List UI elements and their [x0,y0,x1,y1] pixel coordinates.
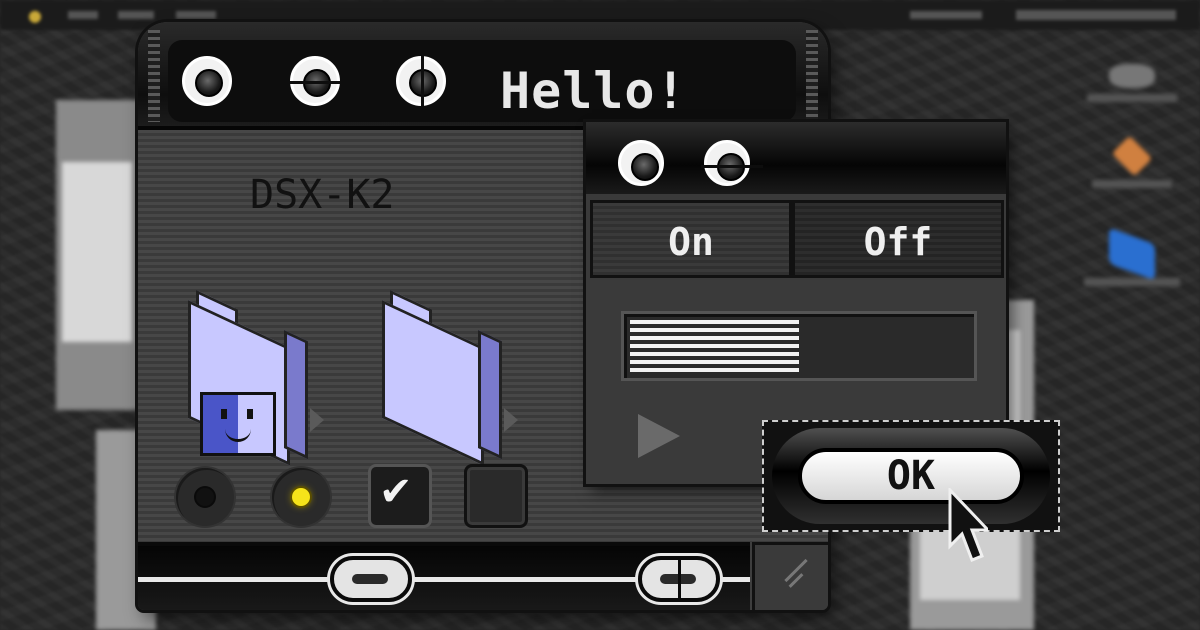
menu-item-blurred [176,11,216,19]
segment-off[interactable]: Off [792,200,1004,278]
title-bar-inner: Hello! [168,40,796,122]
arrow-cursor-icon [948,488,988,562]
segment-on[interactable]: On [590,200,792,278]
window-title: Hello! [500,62,687,120]
close-button[interactable] [618,140,664,186]
menu-item-blurred [118,11,154,19]
app-menu-blurred [1016,10,1176,20]
disclosure-arrow-icon[interactable] [310,408,324,432]
scrollbar[interactable] [138,542,750,610]
desktop-folder-icon[interactable] [1072,227,1192,286]
menu-item-blurred [68,11,98,19]
title-bar-rail [148,30,160,122]
folder-body [382,300,484,466]
checkbox-unchecked[interactable] [464,464,528,528]
apple-logo-icon: ● [28,6,42,25]
resize-grip-icon[interactable] [752,542,828,610]
collapse-button[interactable] [396,53,446,115]
checkbox-checked[interactable]: ✔ [368,464,432,528]
scroll-thumb-split[interactable] [638,556,720,602]
finder-face-icon [200,392,276,456]
radio-button-on[interactable] [272,468,330,526]
title-bar-rail [806,30,818,122]
background-window [56,100,146,410]
progress-bar [624,314,974,378]
progress-fill [630,320,799,372]
device-label: DSX-K2 [250,172,395,218]
clock-blurred [910,11,982,19]
ok-button-focus-frame: OK [762,420,1060,532]
checkmark-icon: ✔ [379,469,413,515]
scroll-thumb[interactable] [330,556,412,602]
radio-button-off[interactable] [176,468,234,526]
title-bar[interactable]: Hello! [138,22,828,130]
close-button[interactable] [182,56,232,106]
desktop-installer-icon[interactable] [1072,135,1192,188]
desktop-disk-icon[interactable] [1072,64,1192,102]
disclosure-arrow-icon[interactable] [504,408,518,432]
ok-button-ring: OK [772,428,1050,524]
folder-side [478,330,502,460]
zoom-button[interactable] [701,140,763,186]
zoom-button[interactable] [287,56,349,106]
ok-button[interactable]: OK [798,448,1024,504]
play-arrow-icon[interactable] [638,414,680,458]
finder-smile [225,429,251,442]
folder-side [284,330,308,460]
secondary-title-bar[interactable] [586,122,1006,194]
